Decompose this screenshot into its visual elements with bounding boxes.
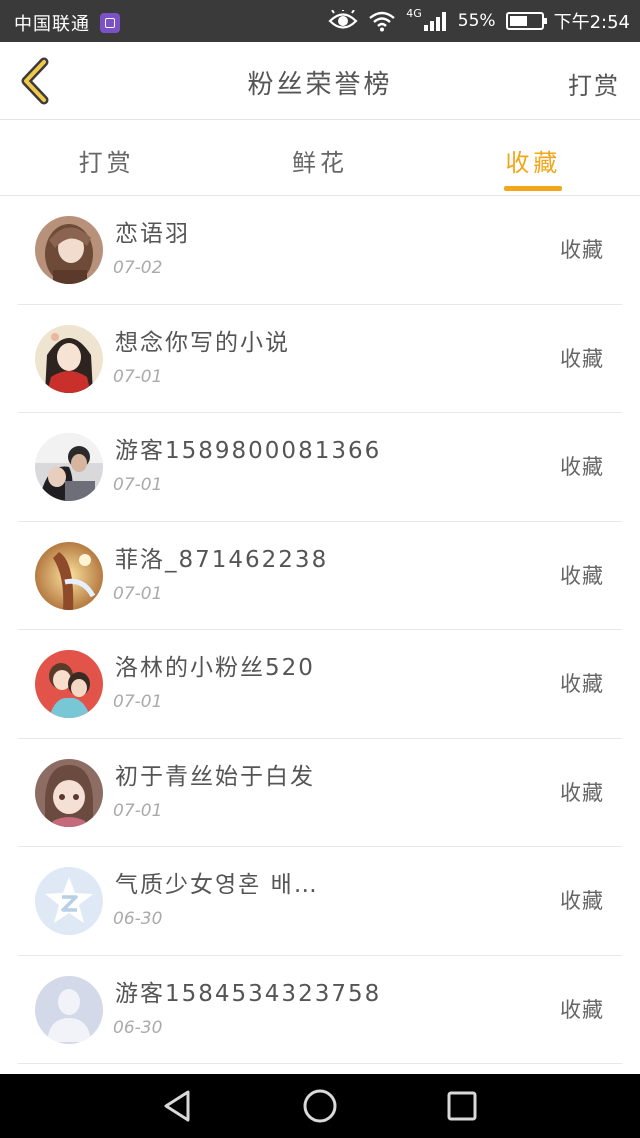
fan-date: 06-30 (113, 1017, 163, 1038)
fan-name: 想念你写的小说 (115, 329, 290, 356)
tab-label: 鲜花 (291, 149, 348, 177)
eye-icon (328, 10, 358, 29)
battery-percent: 55% (457, 11, 496, 31)
favorite-tag: 收藏 (560, 238, 604, 262)
fan-name: 气质少女영혼 배… (115, 872, 319, 898)
app-badge-icon (100, 13, 120, 33)
signal-icon (423, 11, 448, 31)
favorite-tag: 收藏 (560, 563, 604, 588)
fan-date: 07-01 (113, 366, 163, 387)
fan-date: 07-01 (113, 692, 163, 712)
qq-default-avatar (35, 867, 103, 935)
list-item[interactable]: 初于青丝始于白发 07-01 收藏 (18, 739, 622, 847)
favorite-tag: 收藏 (560, 346, 604, 371)
fan-date: 07-01 (113, 800, 163, 821)
photo-avatar (35, 433, 103, 501)
anime-girl-avatar (35, 216, 103, 284)
clock: 下午2:54 (553, 12, 630, 33)
golden-art-avatar (35, 541, 103, 610)
tab-label: 打赏 (78, 149, 135, 177)
tab-flowers[interactable]: 鲜花 (213, 121, 426, 195)
favorite-tag: 收藏 (560, 889, 604, 913)
fan-name: 游客1589800081366 (115, 438, 382, 464)
list-item[interactable]: 想念你写的小说 07-01 收藏 (18, 305, 622, 413)
list-item[interactable]: 菲洛_871462238 07-01 收藏 (18, 522, 622, 630)
reward-button[interactable]: 打赏 (568, 66, 620, 101)
tab-favorites[interactable]: 收藏 (427, 121, 640, 195)
wifi-icon (369, 11, 396, 32)
carrier-label: 中国联通 (14, 14, 90, 35)
list-item[interactable]: 气质少女영혼 배… 06-30 收藏 (18, 847, 622, 956)
header: 粉丝荣誉榜 打赏 (0, 42, 640, 120)
anime-child-avatar (35, 758, 103, 827)
tab-reward[interactable]: 打赏 (0, 121, 213, 195)
page-title: 粉丝荣誉榜 (247, 70, 393, 100)
tab-label: 收藏 (505, 149, 562, 177)
fan-date: 07-01 (113, 583, 163, 604)
home-circle-icon[interactable] (300, 1088, 340, 1124)
tab-bar: 打赏 鲜花 收藏 (0, 121, 640, 196)
list-item[interactable]: 游客1589800081366 07-01 收藏 (18, 413, 622, 522)
fan-name: 洛林的小粉丝520 (115, 655, 315, 681)
favorite-tag: 收藏 (560, 997, 604, 1022)
fan-name: 初于青丝始于白发 (115, 763, 315, 790)
list-item[interactable]: 游客1584534323758 06-30 收藏 (18, 956, 622, 1064)
default-person-avatar (35, 975, 103, 1044)
anime-couple-avatar (35, 650, 103, 718)
fan-name: 游客1584534323758 (115, 980, 382, 1007)
fan-date: 06-30 (113, 909, 163, 929)
fan-name: 恋语羽 (115, 221, 190, 247)
favorite-tag: 收藏 (560, 672, 604, 696)
battery-level-fill (509, 16, 527, 26)
system-nav-bar (0, 1074, 640, 1138)
fan-name: 菲洛_871462238 (115, 546, 329, 573)
battery-icon (505, 12, 547, 30)
favorite-tag: 收藏 (560, 455, 604, 479)
active-tab-indicator (504, 186, 563, 191)
anime-girl-red-avatar (35, 324, 103, 393)
back-triangle-icon[interactable] (158, 1088, 198, 1124)
network-type-label: 4G (406, 6, 422, 20)
fan-date: 07-02 (113, 258, 163, 278)
list-item[interactable]: 洛林的小粉丝520 07-01 收藏 (18, 630, 622, 739)
recents-square-icon[interactable] (442, 1088, 482, 1124)
list-item[interactable]: 恋语羽 07-02 收藏 (18, 196, 622, 305)
fan-date: 07-01 (113, 475, 163, 495)
status-bar: 中国联通 4G 55% 下午2:54 (0, 0, 640, 42)
favorite-tag: 收藏 (560, 780, 604, 805)
fan-list: 恋语羽 07-02 收藏 想念你写的小说 07-01 收藏 游客15898000… (0, 196, 640, 1064)
